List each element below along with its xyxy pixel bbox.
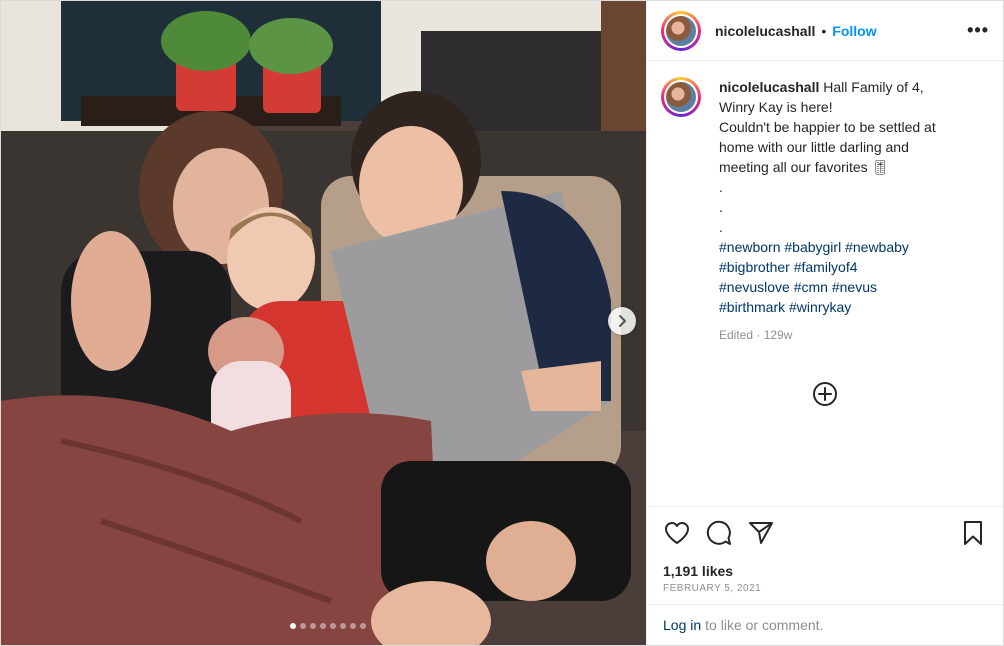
carousel-dot — [309, 623, 316, 629]
caption-line: Hall Family of 4, — [823, 79, 924, 95]
caption-dot: . — [719, 219, 723, 235]
bookmark-icon — [964, 521, 982, 545]
carousel-indicator — [1, 623, 646, 629]
login-text: to like or comment. — [705, 617, 824, 633]
post-age[interactable]: 129w — [764, 328, 793, 342]
caption-line: Winry Kay is here! — [719, 99, 833, 115]
like-button[interactable] — [663, 519, 691, 547]
carousel-dot — [289, 623, 296, 629]
caption-dot: . — [719, 179, 723, 195]
caption-area: nicolelucashall Hall Family of 4, Winry … — [647, 61, 1003, 506]
plus-circle-icon — [813, 382, 837, 406]
caption-line: meeting all our favorites 🎚 — [719, 159, 890, 175]
carousel-dot — [299, 623, 306, 629]
next-slide-button[interactable] — [608, 307, 636, 335]
username-link[interactable]: nicolelucashall — [715, 23, 815, 39]
more-options-icon[interactable]: ••• — [967, 20, 989, 41]
meta-separator: · — [753, 328, 764, 342]
caption-line: Couldn't be happier to be settled at — [719, 119, 936, 135]
share-button[interactable] — [747, 519, 775, 547]
hashtag-line[interactable]: #bigbrother #familyof4 — [719, 257, 969, 277]
carousel-dot — [349, 623, 356, 629]
avatar[interactable] — [661, 10, 701, 51]
instagram-post: nicolelucashall • Follow ••• nicolelucas… — [0, 0, 1004, 646]
separator-dot: • — [821, 22, 827, 39]
carousel-dot — [359, 623, 366, 629]
carousel-dot — [319, 623, 326, 629]
edited-label: Edited — [719, 328, 754, 342]
comment-button[interactable] — [705, 519, 733, 547]
hashtag-line[interactable]: #newborn #babygirl #newbaby — [719, 237, 969, 257]
hashtag-line[interactable]: #birthmark #winrykay — [719, 297, 969, 317]
post-sidebar: nicolelucashall • Follow ••• nicolelucas… — [646, 1, 1003, 645]
caption-text: nicolelucashall Hall Family of 4, Winry … — [719, 77, 969, 345]
comment-icon — [706, 520, 731, 545]
caption-meta: Edited · 129w — [719, 325, 969, 345]
caption: nicolelucashall Hall Family of 4, Winry … — [661, 77, 989, 345]
caption-dot: . — [719, 199, 723, 215]
family-photo — [1, 1, 646, 645]
save-button[interactable] — [959, 519, 987, 547]
action-bar — [647, 506, 1003, 559]
follow-button[interactable]: Follow — [832, 23, 876, 39]
chevron-right-icon — [619, 315, 626, 327]
likes-count[interactable]: 1,191 likes — [647, 559, 1003, 579]
heart-icon — [665, 522, 689, 544]
load-more-comments-button[interactable] — [661, 381, 989, 407]
carousel-dot — [339, 623, 346, 629]
paper-plane-icon — [749, 522, 773, 544]
login-link[interactable]: Log in — [663, 617, 701, 633]
post-photo[interactable] — [1, 1, 646, 645]
caption-username-link[interactable]: nicolelucashall — [719, 79, 819, 95]
caption-line: home with our little darling and — [719, 139, 909, 155]
post-header: nicolelucashall • Follow ••• — [647, 1, 1003, 61]
post-date[interactable]: FEBRUARY 5, 2021 — [647, 579, 1003, 604]
hashtag-line[interactable]: #nevuslove #cmn #nevus — [719, 277, 969, 297]
caption-avatar[interactable] — [661, 77, 701, 117]
carousel-dot — [329, 623, 336, 629]
login-bar: Log in to like or comment. — [647, 604, 1003, 645]
